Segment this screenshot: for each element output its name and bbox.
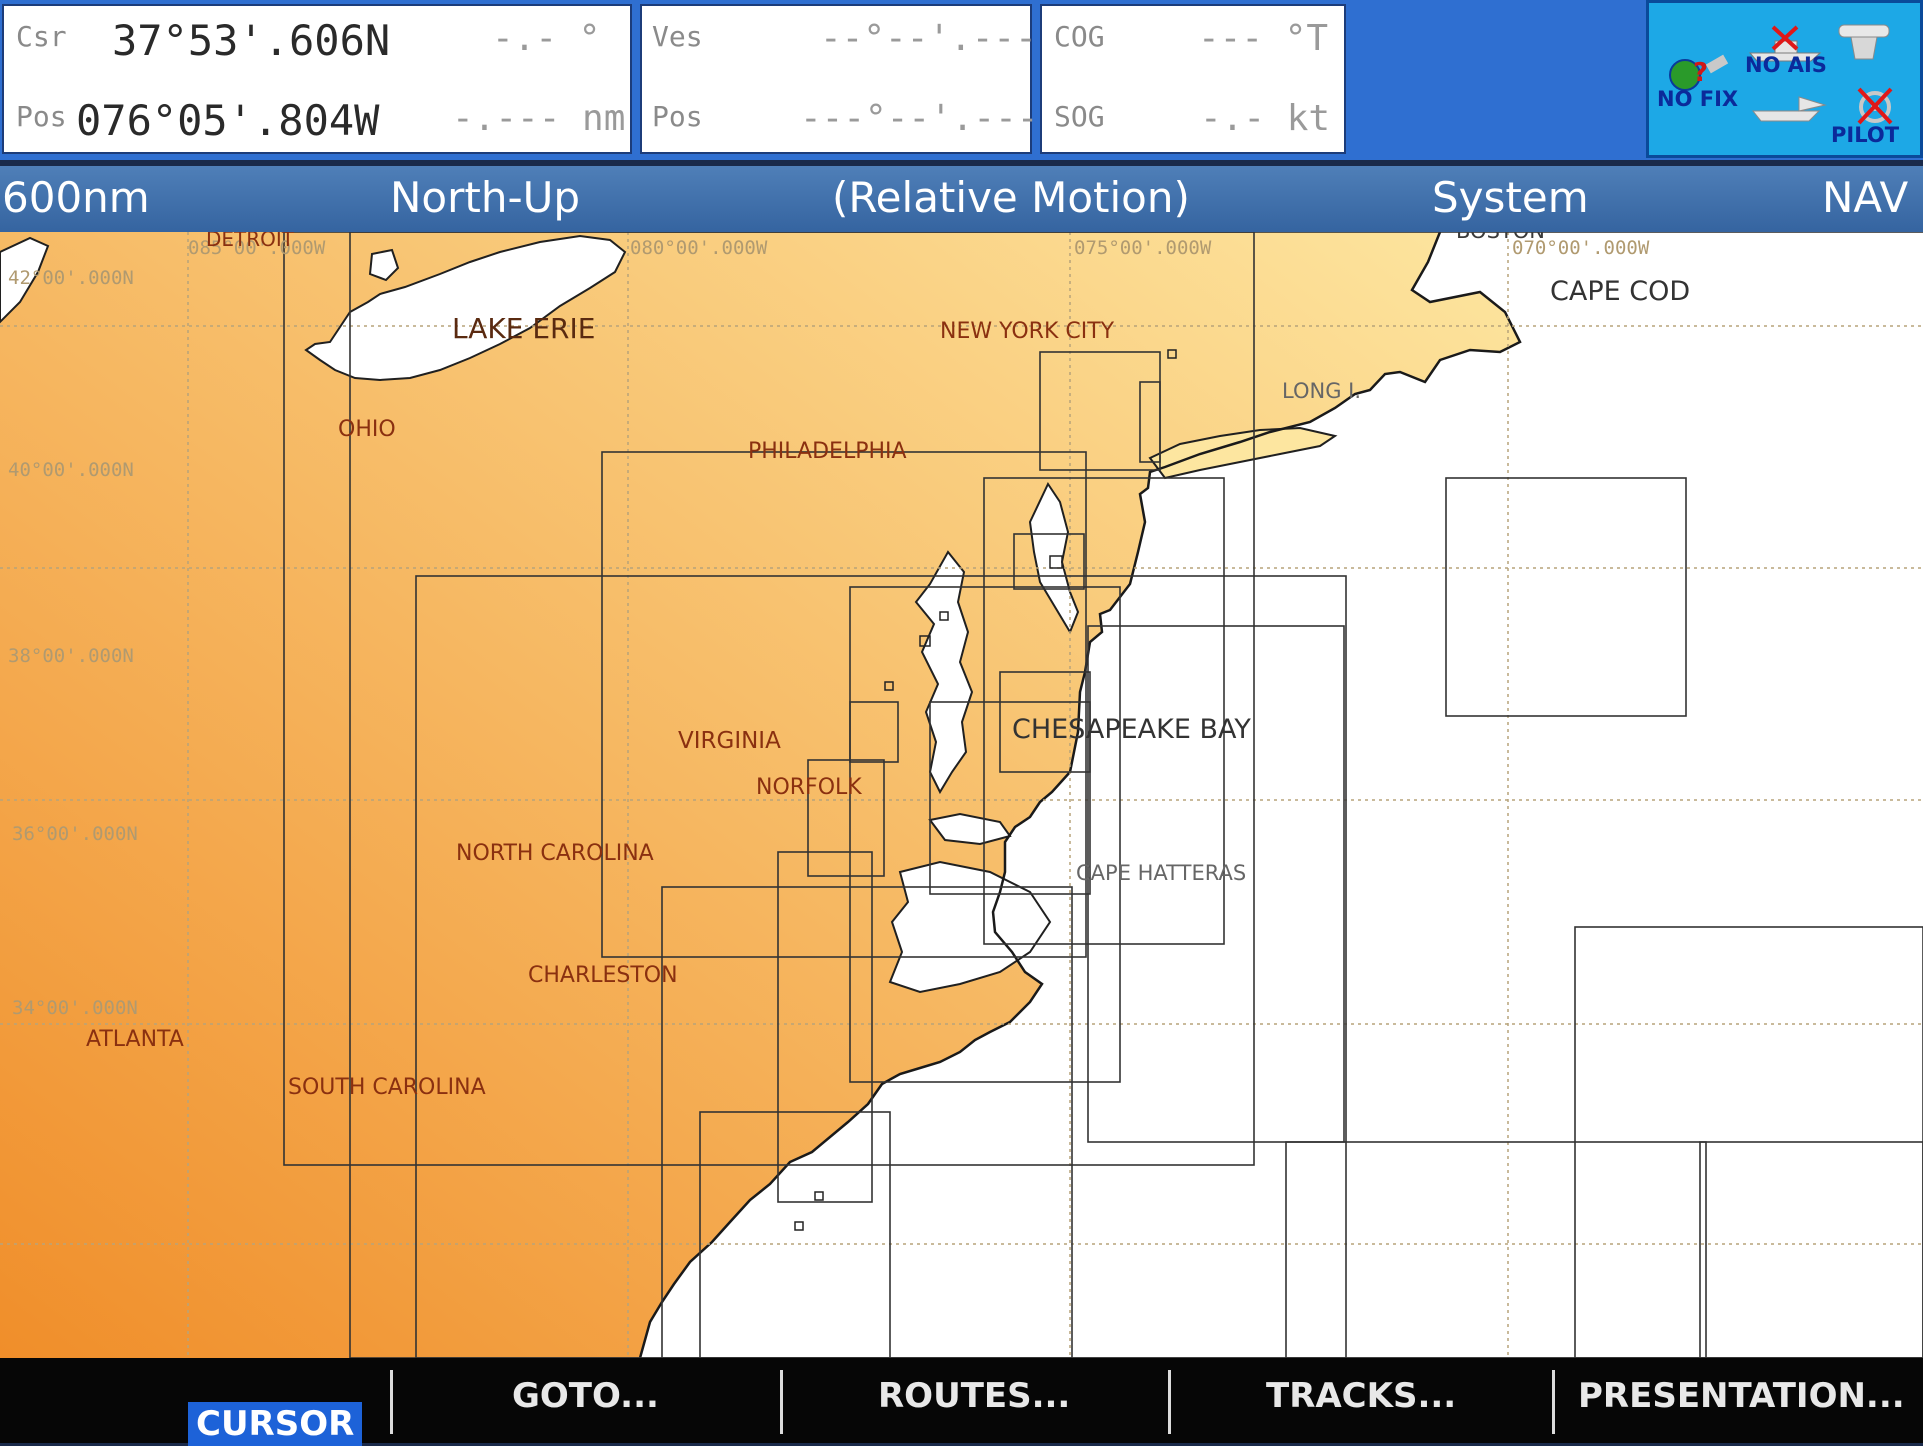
tracks-softkey[interactable]: TRACKS... [1266,1376,1456,1416]
radar-dome-icon [1838,24,1890,60]
svg-text:?: ? [1693,58,1708,88]
vessel-speed-icon [1751,96,1827,122]
label-ohio: OHIO [338,417,396,442]
vessel-latitude: --°--'.--- [820,18,1037,59]
label-lake-erie: LAKE ERIE [452,312,595,345]
pos-label: Pos [16,100,67,133]
label-cape-cod: CAPE COD [1550,276,1690,307]
chart-canvas[interactable]: 085°00'.000W 080°00'.000W 075°00'.000W 0… [0,232,1923,1358]
label-philadelphia: PHILADELPHIA [748,439,907,464]
cog-sog-box: COG --- °T SOG -.- kt [1040,4,1346,154]
label-boston: BOSTON [1456,232,1545,243]
lon-label-75w: 075°00'.000W [1074,237,1212,259]
sog-value: -.- kt [1200,98,1331,139]
label-north-carolina: NORTH CAROLINA [456,841,654,866]
lat-label-40n: 40°00'.000N [8,459,134,481]
softkey-divider [1552,1370,1555,1434]
no-fix-label: NO FIX [1657,87,1739,111]
orientation-label[interactable]: North-Up [390,173,580,222]
status-header: Csr 37°53'.606N -.- ° Pos 076°05'.804W -… [0,0,1923,160]
softkey-divider [390,1370,393,1434]
label-norfolk: NORFOLK [756,775,862,800]
cursor-position-box: Csr 37°53'.606N -.- ° Pos 076°05'.804W -… [2,4,632,154]
lat-label-36n: 36°00'.000N [12,823,138,845]
lat-label-38n: 38°00'.000N [8,645,134,667]
vessel-longitude: ---°--'.--- [800,98,1039,139]
csr-label: Csr [16,20,67,53]
no-ais-label: NO AIS [1745,53,1827,77]
vessel-pos-label: Pos [652,100,703,133]
chart-mode-bar: 600nm North-Up (Relative Motion) System … [0,166,1923,232]
cursor-distance: -.--- nm [452,98,626,139]
routes-softkey[interactable]: ROUTES... [878,1376,1070,1416]
label-south-carolina: SOUTH CAROLINA [288,1075,486,1100]
label-detroit: DETROIT [206,232,295,251]
cog-label: COG [1054,20,1105,53]
nav-mode-label[interactable]: NAV [1822,173,1908,222]
ves-label: Ves [652,20,703,53]
lat-label-34n: 34°00'.000N [12,997,138,1019]
goto-softkey[interactable]: GOTO... [512,1376,659,1416]
cursor-softkey[interactable]: CURSOR [188,1402,363,1446]
sog-label: SOG [1054,100,1105,133]
label-atlanta: ATLANTA [86,1027,184,1052]
motion-mode-label[interactable]: (Relative Motion) [832,173,1190,222]
label-new-york-city: NEW YORK CITY [940,319,1115,344]
presentation-softkey[interactable]: PRESENTATION... [1578,1376,1905,1416]
range-label[interactable]: 600nm [2,173,150,222]
label-charleston: CHARLESTON [528,963,678,988]
cog-value: --- °T [1198,18,1329,59]
lat-label-42n: 42°00'.000N [8,267,134,289]
vessel-position-box: Ves --°--'.--- Pos ---°--'.--- [640,4,1038,154]
pilot-label: PILOT [1831,123,1900,147]
label-cape-hatteras: CAPE HATTERAS [1076,861,1246,885]
label-chesapeake-bay: CHESAPEAKE BAY [1012,714,1251,745]
cursor-bearing: -.- ° [492,18,601,59]
label-virginia: VIRGINIA [678,728,781,754]
label-long-island: LONG I. [1282,379,1361,403]
softkey-bar: CURSOR GOTO... ROUTES... TRACKS... PRESE… [0,1358,1923,1446]
nautical-chart[interactable]: 085°00'.000W 080°00'.000W 075°00'.000W 0… [0,232,1923,1358]
lon-label-80w: 080°00'.000W [630,237,768,259]
softkey-divider [1168,1370,1171,1434]
cursor-latitude: 37°53'.606N [112,16,391,65]
softkey-divider [780,1370,783,1434]
system-status-panel[interactable]: ? NO FIX NO AIS PILOT [1646,0,1923,158]
cursor-longitude: 076°05'.804W [76,96,380,145]
position-source-label[interactable]: System [1432,173,1589,222]
